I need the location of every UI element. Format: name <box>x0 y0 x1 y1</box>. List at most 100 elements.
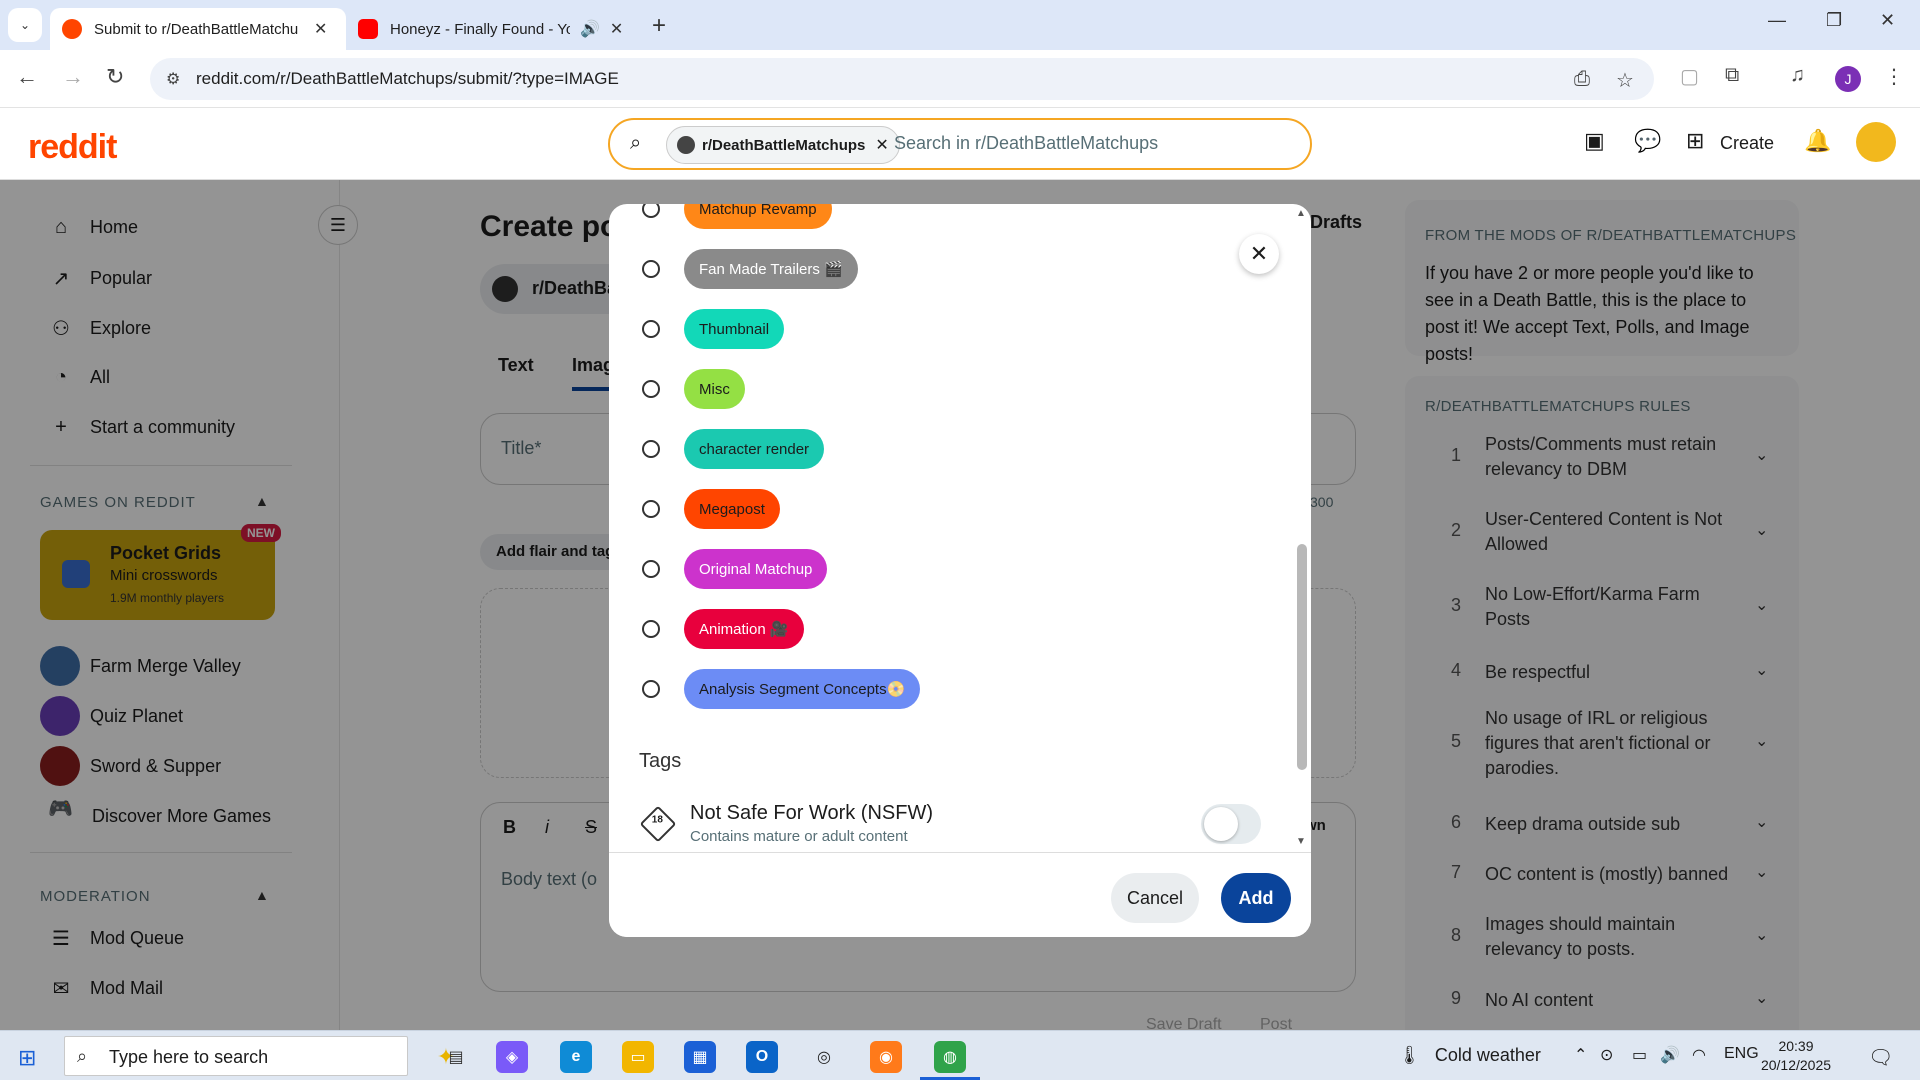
menu-kebab-icon[interactable]: ⋮ <box>1884 64 1904 89</box>
profile-avatar[interactable]: J <box>1835 66 1861 92</box>
flair-pill[interactable]: Animation 🎥 <box>684 609 804 649</box>
close-tab-icon[interactable]: ✕ <box>314 19 327 39</box>
windows-start-icon[interactable]: ⊞ <box>18 1045 36 1071</box>
forward-icon[interactable]: → <box>62 64 84 90</box>
task-view-icon[interactable]: ▤ <box>440 1041 472 1073</box>
flair-option[interactable]: Matchup Revamp <box>642 204 832 229</box>
firefox-icon[interactable]: ◉ <box>870 1041 902 1073</box>
bookmark-star-icon[interactable]: ☆ <box>1616 68 1634 93</box>
chip-label: r/DeathBattleMatchups <box>702 136 866 154</box>
flair-radio[interactable] <box>642 440 660 458</box>
restore-icon[interactable]: ❐ <box>1826 10 1842 31</box>
reddit-logo[interactable]: reddit <box>28 128 117 167</box>
flair-pill[interactable]: Megapost <box>684 489 780 529</box>
ads-icon[interactable]: ▣ <box>1584 128 1605 154</box>
search-icon: ⌕ <box>77 1046 88 1066</box>
community-avatar <box>677 136 695 154</box>
store-icon[interactable]: ▦ <box>684 1041 716 1073</box>
back-icon[interactable]: ← <box>16 64 38 90</box>
system-clock[interactable]: 20:39 20/12/2025 <box>1756 1037 1836 1075</box>
flair-option[interactable]: character render <box>642 429 825 469</box>
search-placeholder: Search in r/DeathBattleMatchups <box>894 133 1159 153</box>
browser-tab-youtube[interactable]: Honeyz - Finally Found - Yo 🔊 ✕ <box>346 8 642 50</box>
flair-option[interactable]: Animation 🎥 <box>642 609 804 649</box>
flair-radio[interactable] <box>642 380 660 398</box>
extensions-puzzle-icon[interactable]: ⧉ <box>1725 64 1739 87</box>
browser-tab-reddit[interactable]: Submit to r/DeathBattleMatchu ✕ <box>50 8 346 50</box>
create-plus-icon[interactable]: ⊞ <box>1686 128 1704 154</box>
flair-radio[interactable] <box>642 260 660 278</box>
search-bar[interactable]: ⌕ r/DeathBattleMatchups ✕ Search in r/De… <box>608 118 1312 170</box>
search-icon: ⌕ <box>630 132 642 154</box>
flair-pill[interactable]: Original Matchup <box>684 549 828 589</box>
dell-icon[interactable]: ◎ <box>808 1041 840 1073</box>
nsfw-title: Not Safe For Work (NSFW) <box>690 802 933 824</box>
close-modal-button[interactable]: ✕ <box>1239 234 1279 274</box>
reload-icon[interactable]: ↻ <box>106 64 124 90</box>
minimize-icon[interactable]: — <box>1768 10 1786 31</box>
flair-pill[interactable]: Fan Made Trailers 🎬 <box>684 249 858 289</box>
flair-radio[interactable] <box>642 680 660 698</box>
flair-list: Matchup Revamp Fan Made Trailers 🎬 Thumbna… <box>609 204 1311 852</box>
taskbar-search-placeholder: Type here to search <box>109 1047 269 1067</box>
chevron-up-icon[interactable]: ⌃ <box>1574 1045 1587 1065</box>
notification-center-icon[interactable]: 🗨 <box>1868 1045 1893 1070</box>
flair-radio[interactable] <box>642 500 660 518</box>
language-indicator[interactable]: ENG <box>1724 1045 1759 1063</box>
flair-pill[interactable]: Misc <box>684 369 745 409</box>
tab-search-button[interactable]: ⌄ <box>8 8 42 42</box>
scroll-down-arrow-icon[interactable]: ▼ <box>1296 836 1306 847</box>
network-icon[interactable]: ⊙ <box>1600 1045 1613 1065</box>
flair-option[interactable]: Thumbnail <box>642 309 785 349</box>
user-avatar[interactable] <box>1856 122 1896 162</box>
copilot-icon[interactable]: ◈ <box>496 1041 528 1073</box>
flair-radio[interactable] <box>642 204 660 218</box>
flair-radio[interactable] <box>642 560 660 578</box>
flair-radio[interactable] <box>642 320 660 338</box>
flair-option[interactable]: Megapost <box>642 489 780 529</box>
close-tab-icon[interactable]: ✕ <box>610 19 623 39</box>
chat-icon[interactable]: 💬 <box>1634 128 1661 154</box>
nsfw-description: Contains mature or adult content <box>690 828 908 845</box>
flair-pill[interactable]: Analysis Segment Concepts📀 <box>684 669 921 709</box>
wifi-icon[interactable]: ◠ <box>1692 1045 1706 1065</box>
new-tab-button[interactable]: + <box>652 12 666 40</box>
flair-option[interactable]: Original Matchup <box>642 549 828 589</box>
flair-pill[interactable]: Matchup Revamp <box>684 204 832 229</box>
window-close-icon[interactable]: ✕ <box>1880 10 1895 31</box>
notification-bell-icon[interactable]: 🔔 <box>1804 128 1831 154</box>
scroll-up-arrow-icon[interactable]: ▲ <box>1296 208 1306 219</box>
community-search-chip[interactable]: r/DeathBattleMatchups ✕ <box>666 126 900 164</box>
site-info-icon[interactable]: ⚙ <box>166 69 180 89</box>
remove-chip-icon[interactable]: ✕ <box>875 135 888 155</box>
flair-option[interactable]: Fan Made Trailers 🎬 <box>642 249 858 289</box>
create-button[interactable]: Create <box>1720 133 1774 154</box>
weather-widget[interactable]: 🌡 Cold weather <box>1398 1045 1541 1066</box>
flair-option[interactable]: Misc <box>642 369 745 409</box>
tab-title: Honeyz - Finally Found - Yo <box>390 20 570 38</box>
modal-scrollbar[interactable] <box>1297 544 1307 770</box>
chrome-icon[interactable]: ◍ <box>934 1041 966 1073</box>
media-control-icon[interactable]: ♫ <box>1790 64 1805 87</box>
extension-icon[interactable]: ▢ <box>1680 64 1699 89</box>
volume-icon[interactable]: 🔊 <box>1660 1045 1680 1065</box>
url-bar[interactable]: ⚙ reddit.com/r/DeathBattleMatchups/submi… <box>150 58 1654 100</box>
flair-modal: Matchup Revamp Fan Made Trailers 🎬 Thumbna… <box>609 204 1311 937</box>
cancel-button[interactable]: Cancel <box>1111 873 1199 923</box>
toggle-knob <box>1204 807 1238 841</box>
battery-icon[interactable]: ▭ <box>1632 1045 1647 1065</box>
outlook-icon[interactable]: O <box>746 1041 778 1073</box>
flair-pill[interactable]: Thumbnail <box>684 309 785 349</box>
edge-icon[interactable]: e <box>560 1041 592 1073</box>
speaker-icon[interactable]: 🔊 <box>580 19 600 39</box>
nsfw-toggle[interactable] <box>1201 804 1261 844</box>
flair-option[interactable]: Analysis Segment Concepts📀 <box>642 669 921 709</box>
flair-radio[interactable] <box>642 620 660 638</box>
file-explorer-icon[interactable]: ▭ <box>622 1041 654 1073</box>
install-app-icon[interactable]: ⎙ <box>1574 68 1590 91</box>
url-text[interactable]: reddit.com/r/DeathBattleMatchups/submit/… <box>196 69 619 89</box>
reddit-favicon-icon <box>62 19 82 39</box>
flair-pill[interactable]: character render <box>684 429 825 469</box>
taskbar-search[interactable]: ⌕ Type here to search <box>64 1036 408 1076</box>
add-button[interactable]: Add <box>1221 873 1291 923</box>
